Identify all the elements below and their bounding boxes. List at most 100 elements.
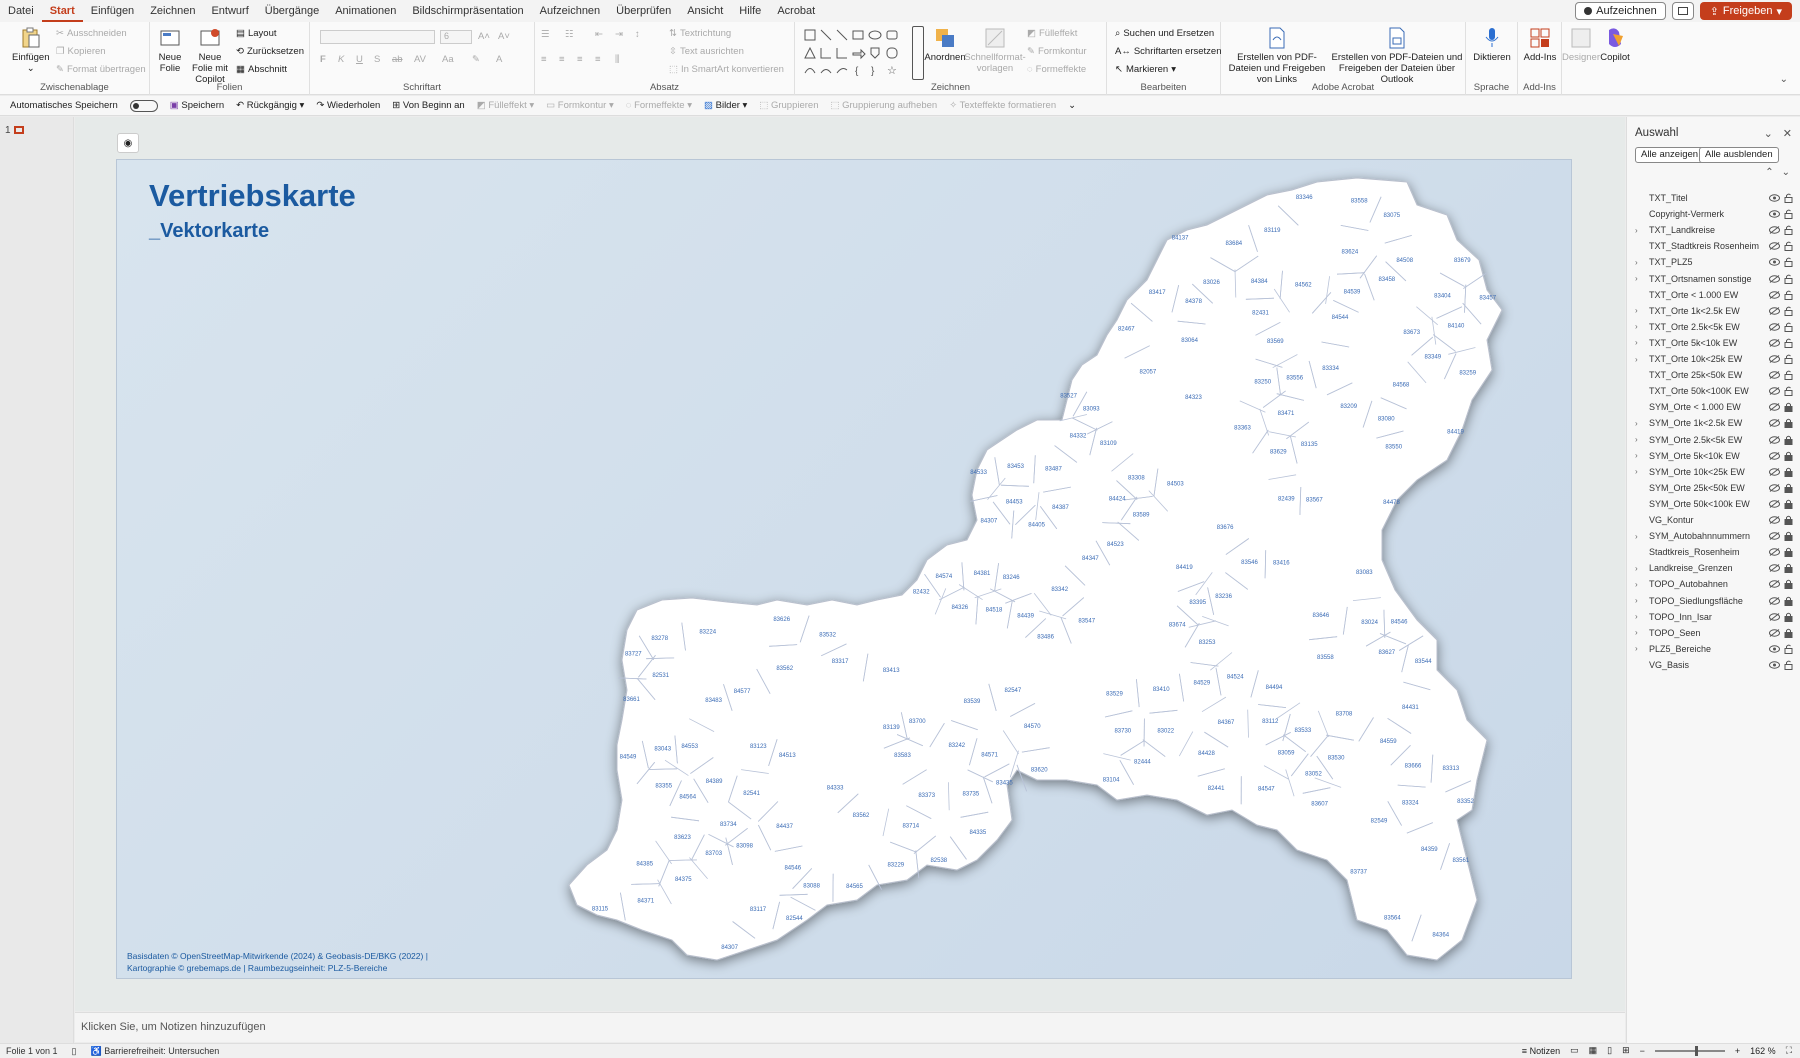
layer-item[interactable]: › TXT_Orte 2.5k<5k EW [1627, 319, 1800, 335]
eye-off-icon[interactable] [1767, 467, 1781, 476]
plz-label[interactable]: 82444 [1134, 760, 1151, 766]
plz-label[interactable]: 83737 [1350, 869, 1367, 875]
eye-off-icon[interactable] [1767, 322, 1781, 331]
plz-label[interactable]: 84431 [1402, 705, 1419, 711]
expand-chevron-icon[interactable]: › [1635, 596, 1647, 605]
eye-off-icon[interactable] [1767, 532, 1781, 540]
shape-outline-button[interactable]: ✎ Formkontur [1027, 46, 1087, 57]
plz-label[interactable]: 83075 [1383, 213, 1400, 219]
tab-zeichnen[interactable]: Zeichnen [142, 0, 203, 22]
numbering-button[interactable]: ☷ [565, 29, 574, 40]
expand-chevron-icon[interactable]: › [1635, 258, 1647, 267]
plz-label[interactable]: 83246 [1003, 575, 1020, 581]
plz-label[interactable]: 84508 [1396, 258, 1413, 264]
plz-label[interactable]: 84549 [620, 754, 637, 760]
plz-label[interactable]: 83529 [1106, 692, 1123, 698]
eye-off-icon[interactable] [1767, 612, 1781, 621]
bullets-button[interactable]: ☰ [541, 29, 550, 40]
plz-label[interactable]: 83135 [1301, 442, 1318, 448]
plz-label[interactable]: 84333 [827, 785, 844, 791]
plz-label[interactable]: 82441 [1208, 786, 1225, 792]
plz-label[interactable]: 83355 [655, 784, 672, 790]
plz-label[interactable]: 83627 [1378, 650, 1395, 656]
plz-label[interactable]: 84494 [1266, 685, 1283, 691]
zoom-in-icon[interactable]: + [1735, 1046, 1740, 1056]
tab-bildschirmpräsentation[interactable]: Bildschirmpräsentation [404, 0, 531, 22]
layer-item[interactable]: SYM_Orte 25k<50k EW [1627, 480, 1800, 496]
lock-icon[interactable] [1781, 435, 1795, 445]
plz-label[interactable]: 83313 [1443, 766, 1460, 772]
plz-label[interactable]: 83117 [750, 907, 767, 913]
plz-label[interactable]: 84385 [636, 862, 653, 868]
plz-label[interactable]: 83052 [1305, 772, 1322, 778]
qat-text-effects-button[interactable]: ✧ Texteffekte formatieren [949, 100, 1056, 111]
eye-off-icon[interactable] [1767, 419, 1781, 428]
reset-button[interactable]: ⟲ Zurücksetzen [236, 46, 304, 57]
arrange-button[interactable]: Anordnen [924, 26, 966, 63]
expand-chevron-icon[interactable]: › [1635, 274, 1647, 283]
lock-icon[interactable] [1781, 612, 1795, 622]
strikethrough-button[interactable]: ab [392, 54, 403, 65]
tab-start[interactable]: Start [41, 0, 83, 22]
indent-increase-button[interactable]: ⇥ [615, 29, 623, 40]
plz-label[interactable]: 83533 [1295, 728, 1312, 734]
lock-icon[interactable] [1781, 467, 1795, 477]
plz-label[interactable]: 83730 [1114, 728, 1131, 734]
expand-chevron-icon[interactable]: › [1635, 532, 1647, 541]
tab-animationen[interactable]: Animationen [327, 0, 404, 22]
plz-label[interactable]: 83259 [1459, 370, 1476, 376]
plz-label[interactable]: 82538 [930, 858, 947, 864]
designer-button[interactable]: Designer [1562, 26, 1600, 63]
unlock-icon[interactable] [1781, 660, 1795, 670]
eye-off-icon[interactable] [1767, 516, 1781, 524]
lock-icon[interactable] [1781, 596, 1795, 606]
layout-button[interactable]: ▤ Layout [236, 28, 277, 39]
plz-label[interactable]: 83727 [625, 652, 642, 658]
pdf-links-button[interactable]: Erstellen von PDF-Dateien und Freigeben … [1225, 26, 1329, 85]
plz-label[interactable]: 84332 [1070, 434, 1087, 440]
justify-button[interactable]: ≡ [595, 54, 601, 65]
plz-label[interactable]: 84562 [1295, 283, 1312, 289]
presenter-view-icon[interactable]: ⊞ [1622, 1045, 1630, 1056]
plz-label[interactable]: 82432 [913, 590, 930, 596]
normal-view-icon[interactable]: ▭ [1570, 1045, 1579, 1056]
indent-decrease-button[interactable]: ⇤ [595, 29, 603, 40]
plz-label[interactable]: 83119 [1264, 228, 1281, 234]
bring-forward-icon[interactable]: ⌃ [1765, 167, 1773, 178]
fit-slide-icon[interactable]: ⛶ [1786, 1045, 1792, 1056]
tab-übergänge[interactable]: Übergänge [257, 0, 327, 22]
plz-label[interactable]: 83104 [1103, 777, 1120, 783]
plz-label[interactable]: 83250 [1254, 380, 1271, 386]
layer-item[interactable]: › SYM_Orte 10k<25k EW [1627, 464, 1800, 480]
send-backward-icon[interactable]: ⌄ [1782, 167, 1790, 178]
undo-button[interactable]: ↶ Rückgängig ▾ [236, 100, 304, 111]
unlock-icon[interactable] [1781, 338, 1795, 348]
plz-label[interactable]: 83229 [887, 863, 904, 869]
plz-label[interactable]: 83714 [902, 824, 919, 830]
plz-label[interactable]: 83253 [1199, 640, 1216, 646]
plz-label[interactable]: 83674 [1169, 623, 1186, 629]
replace-fonts-button[interactable]: A↔ Schriftarten ersetzen [1115, 46, 1222, 57]
plz-label[interactable]: 83224 [699, 629, 716, 635]
select-button[interactable]: ↖ Markieren ▾ [1115, 64, 1176, 75]
lock-icon[interactable] [1781, 418, 1795, 429]
plz-label[interactable]: 83410 [1153, 687, 1170, 693]
shapes-gallery[interactable]: {} ☆ [803, 28, 913, 78]
unlock-icon[interactable] [1781, 644, 1795, 654]
plz-label[interactable]: 83346 [1296, 195, 1313, 201]
expand-chevron-icon[interactable]: › [1635, 580, 1647, 589]
plz-label[interactable]: 83417 [1149, 290, 1166, 296]
plz-label[interactable]: 83317 [832, 659, 849, 665]
plz-label[interactable]: 84384 [1251, 279, 1268, 285]
plz-label[interactable]: 83115 [592, 907, 609, 913]
shape-effects-button[interactable]: ◌ Formeffekte [1027, 64, 1086, 75]
unlock-icon[interactable] [1781, 225, 1795, 236]
layer-item[interactable]: › TXT_Orte 1k<2.5k EW [1627, 303, 1800, 319]
layer-item[interactable]: › SYM_Autobahnnummern [1627, 528, 1800, 544]
plz-label[interactable]: 84568 [1393, 382, 1410, 388]
layer-item[interactable]: VG_Kontur [1627, 512, 1800, 528]
layer-item[interactable]: TXT_Orte 50k<100K EW [1627, 383, 1800, 399]
layer-item[interactable]: › Landkreise_Grenzen [1627, 560, 1800, 576]
layer-item[interactable]: › TOPO_Autobahnen [1627, 576, 1800, 592]
plz-label[interactable]: 83458 [1378, 277, 1395, 283]
